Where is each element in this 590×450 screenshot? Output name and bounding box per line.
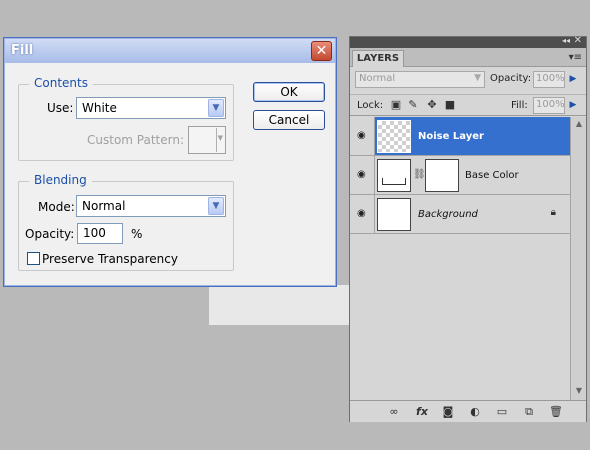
- layers-toolbar: ∞ fx ◙ ◐ ▭ ⧉ 🗑︎: [350, 400, 586, 422]
- dialog-titlebar[interactable]: Fill ✕: [5, 39, 335, 63]
- visibility-toggle[interactable]: ◉: [350, 117, 375, 155]
- ok-button[interactable]: OK: [253, 82, 325, 102]
- close-icon: ✕: [315, 43, 328, 59]
- fill-input[interactable]: 100%: [533, 97, 565, 114]
- fx-icon[interactable]: fx: [414, 405, 430, 418]
- layer-thumbnail: [377, 120, 411, 153]
- eye-icon: ◉: [357, 130, 366, 141]
- group-icon[interactable]: ▭: [494, 405, 510, 418]
- close-icon[interactable]: ✕: [574, 35, 582, 46]
- layer-row-base-color[interactable]: ◉ ⛓ Base Color: [350, 156, 570, 195]
- fill-icon: [382, 178, 406, 185]
- link-icon: ⛓: [413, 169, 426, 180]
- new-layer-icon[interactable]: ⧉: [521, 405, 537, 419]
- chevron-down-icon: ▼: [208, 197, 224, 215]
- scroll-down-icon[interactable]: ▼: [573, 386, 585, 398]
- lock-transparent-icon[interactable]: ▣: [390, 99, 402, 111]
- lock-icon: 🔒︎: [550, 207, 556, 218]
- custom-pattern-label: Custom Pattern:: [87, 133, 185, 147]
- layer-row-noise[interactable]: ◉ Noise Layer: [350, 117, 570, 156]
- lock-label: Lock:: [357, 100, 384, 111]
- opacity-unit: %: [131, 227, 143, 241]
- layer-thumbnail: [377, 198, 411, 231]
- collapse-icon[interactable]: ◂◂: [562, 36, 570, 45]
- dialog-title: Fill: [11, 43, 34, 58]
- layer-name[interactable]: Background: [418, 209, 478, 220]
- tab-layers[interactable]: LAYERS: [352, 50, 404, 67]
- use-select-value: White: [82, 101, 117, 115]
- panel-menu-icon[interactable]: ▾≡: [569, 52, 582, 63]
- close-button[interactable]: ✕: [311, 41, 332, 61]
- visibility-toggle[interactable]: ◉: [350, 195, 375, 233]
- cancel-button[interactable]: Cancel: [253, 110, 325, 130]
- lock-all-icon[interactable]: ■: [444, 99, 456, 111]
- chevron-down-icon: ▼: [208, 99, 224, 117]
- visibility-toggle[interactable]: ◉: [350, 156, 375, 194]
- preserve-transparency-checkbox[interactable]: [27, 252, 40, 265]
- chevron-down-icon: ▼: [217, 134, 223, 142]
- blend-mode-select[interactable]: Normal ▼: [355, 71, 485, 88]
- adjustment-icon[interactable]: ◐: [467, 405, 483, 418]
- opacity-input[interactable]: 100%: [533, 71, 565, 88]
- panel-header-strip: ◂◂ ✕: [350, 35, 586, 48]
- blend-mode-value: Normal: [359, 73, 396, 84]
- mode-select[interactable]: Normal ▼: [76, 195, 226, 217]
- mode-select-value: Normal: [82, 199, 126, 213]
- opacity-label: Opacity:: [25, 227, 75, 241]
- blending-group-title: Blending: [29, 173, 92, 187]
- mask-thumbnail: [425, 159, 459, 192]
- opacity-input[interactable]: 100: [77, 223, 123, 244]
- link-icon[interactable]: ∞: [386, 405, 402, 418]
- custom-pattern-picker: ▼: [188, 126, 226, 154]
- use-select[interactable]: White ▼: [76, 97, 226, 119]
- fill-arrow-icon[interactable]: ▶: [567, 97, 579, 114]
- trash-icon[interactable]: 🗑︎: [548, 405, 564, 418]
- layer-name[interactable]: Noise Layer: [418, 131, 484, 142]
- layer-row-background[interactable]: ◉ Background 🔒︎: [350, 195, 570, 234]
- eye-icon: ◉: [357, 208, 366, 219]
- layers-list: ◉ Noise Layer ◉ ⛓ Base Color ◉ Backgroun…: [350, 117, 570, 400]
- pattern-swatch: [190, 128, 217, 152]
- layer-name[interactable]: Base Color: [465, 170, 519, 181]
- fill-layer-thumbnail: [377, 159, 411, 192]
- mask-icon[interactable]: ◙: [440, 405, 456, 418]
- panel-tabbar: LAYERS ▾≡: [350, 48, 586, 67]
- eye-icon: ◉: [357, 169, 366, 180]
- opacity-arrow-icon[interactable]: ▶: [567, 71, 579, 88]
- fill-label: Fill:: [511, 100, 528, 111]
- contents-group-title: Contents: [29, 76, 93, 90]
- fill-dialog: Fill ✕ Contents Use: White ▼ Custom Patt…: [3, 37, 337, 287]
- lock-pixels-icon[interactable]: ✎: [407, 99, 419, 111]
- layers-scrollbar[interactable]: ▲ ▼: [570, 117, 586, 400]
- chevron-down-icon: ▼: [474, 73, 481, 83]
- preserve-transparency-label[interactable]: Preserve Transparency: [42, 252, 178, 266]
- lock-row: Lock: ▣ ✎ ✥ ■ Fill: 100% ▶: [350, 94, 586, 116]
- document-canvas: [209, 285, 350, 325]
- opacity-label: Opacity:: [490, 73, 532, 84]
- layers-panel: ◂◂ ✕ LAYERS ▾≡ Normal ▼ Opacity: 100% ▶ …: [349, 35, 587, 422]
- scroll-up-icon[interactable]: ▲: [573, 119, 585, 131]
- lock-position-icon[interactable]: ✥: [426, 99, 438, 111]
- use-label: Use:: [47, 101, 74, 115]
- mode-label: Mode:: [38, 200, 75, 214]
